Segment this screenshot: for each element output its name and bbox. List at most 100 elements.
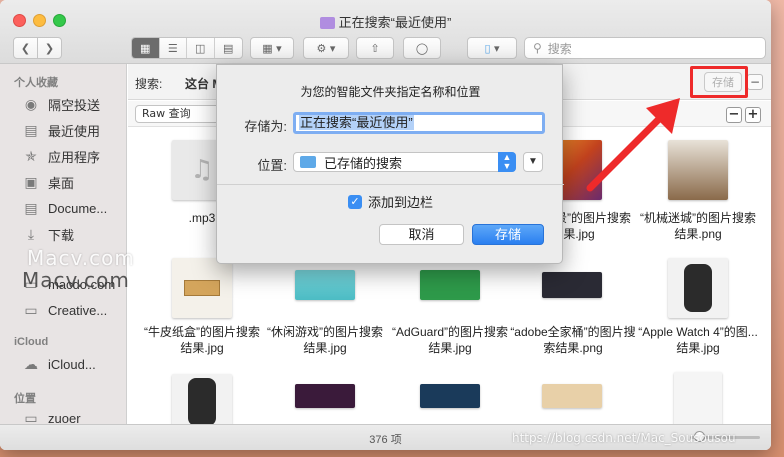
sidebar-item-label: iCloud... xyxy=(48,356,96,372)
list-icon: ☰ xyxy=(167,41,178,55)
recents-icon: ▤ xyxy=(24,121,38,138)
gear-icon: ⚙ ▾ xyxy=(316,41,336,55)
sidebar-item-label: 桌面 xyxy=(48,175,75,191)
chevron-right-icon: ❯ xyxy=(44,41,55,55)
documents-icon: ▤ xyxy=(24,199,38,216)
search-input[interactable]: ⚲ 搜索 xyxy=(524,37,766,59)
scope-label: 搜索: xyxy=(135,77,163,91)
window-title-text: 正在搜索“最近使用” xyxy=(338,15,452,30)
search-placeholder: 搜索 xyxy=(547,41,572,56)
group-grid-icon: ▦ ▾ xyxy=(262,41,282,55)
name-field[interactable]: 正在搜索“最近使用” xyxy=(293,112,545,134)
file-caption[interactable]: “adobe全家桶”的图片搜索结果.png xyxy=(510,324,636,356)
applications-icon: ✯ xyxy=(25,147,37,164)
gallery-icon: ▤ xyxy=(223,41,234,55)
sidebar-item-label: Docume... xyxy=(48,200,108,216)
back-button[interactable]: ❮ xyxy=(13,37,38,59)
grid-icon: ▦ xyxy=(140,41,151,55)
sidebar-item-downloads[interactable]: ⤓ 下载 xyxy=(22,224,74,244)
action-button[interactable]: ⚙ ▾ xyxy=(303,37,349,59)
share-button[interactable]: ⇧ xyxy=(356,37,394,59)
add-to-sidebar-row[interactable]: ✓ 添加到边栏 xyxy=(348,192,433,211)
favorites-header: 个人收藏 xyxy=(14,77,58,89)
cloud-icon: ☁ xyxy=(24,355,38,372)
watermark-url: https://blog.csdn.net/Mac_Sousousou xyxy=(512,431,736,445)
sidebar-item-airdrop[interactable]: ◉ 隔空投送 xyxy=(22,94,100,114)
folder-icon: ▭ xyxy=(24,301,38,318)
watch-graphic xyxy=(684,264,712,312)
file-thumbnail[interactable] xyxy=(172,374,232,424)
sidebar-item-label: 最近使用 xyxy=(48,123,101,139)
updown-arrows-icon: ▲ ▼ xyxy=(498,152,516,172)
folder-icon: ▯ xyxy=(484,41,491,55)
add-to-sidebar-checkbox[interactable]: ✓ xyxy=(348,194,362,209)
window-title: 正在搜索“最近使用” xyxy=(0,12,771,31)
watch-graphic xyxy=(188,378,216,424)
cancel-button[interactable]: 取消 xyxy=(379,224,464,245)
finder-window: 正在搜索“最近使用” ❮ ❯ ▦ ☰ ◫ ▤ ▦ ▾ ⚙ ▾ ⇧ ◯ ▯ ▾ ⚲… xyxy=(0,0,771,450)
add-to-sidebar-label: 添加到边栏 xyxy=(368,195,434,210)
tag-button[interactable]: ◯ xyxy=(403,37,441,59)
annotation-highlight-box xyxy=(690,66,748,98)
desktop-icon: ▣ xyxy=(24,173,38,190)
airdrop-icon: ◉ xyxy=(24,95,38,112)
icon-view-button[interactable]: ▦ xyxy=(132,38,160,58)
downloads-icon: ⤓ xyxy=(27,225,35,242)
sidebar-item-applications[interactable]: ✯ 应用程序 xyxy=(22,146,100,166)
watermark-text: Macv.com xyxy=(27,246,135,270)
file-caption[interactable]: “牛皮纸盒”的图片搜索结果.jpg xyxy=(139,324,265,356)
location-label: 位置: xyxy=(257,158,287,173)
new-folder-button[interactable]: ▯ ▾ xyxy=(467,37,517,59)
dialog-title: 为您的智能文件夹指定名称和位置 xyxy=(300,85,481,99)
file-caption[interactable]: “休闲游戏”的图片搜索结果.jpg xyxy=(262,324,388,356)
remove-criteria-button[interactable]: − xyxy=(726,107,742,123)
view-mode-segmented: ▦ ☰ ◫ ▤ xyxy=(131,37,243,59)
toolbar: 正在搜索“最近使用” ❮ ❯ ▦ ☰ ◫ ▤ ▦ ▾ ⚙ ▾ ⇧ ◯ ▯ ▾ ⚲… xyxy=(0,0,771,64)
box-graphic xyxy=(184,280,220,296)
forward-button[interactable]: ❯ xyxy=(37,37,62,59)
file-thumbnail[interactable] xyxy=(172,258,232,318)
file-thumbnail[interactable] xyxy=(420,270,480,300)
name-label: 存储为: xyxy=(244,119,287,134)
sidebar-item-desktop[interactable]: ▣ 桌面 xyxy=(22,172,74,192)
list-view-button[interactable]: ☰ xyxy=(160,38,187,58)
sidebar-item-label: 应用程序 xyxy=(48,149,101,165)
name-field-value: 正在搜索“最近使用” xyxy=(299,115,414,130)
folder-icon xyxy=(300,156,316,168)
file-thumbnail[interactable] xyxy=(420,384,480,408)
column-view-button[interactable]: ◫ xyxy=(187,38,215,58)
file-thumbnail[interactable] xyxy=(295,384,355,408)
sidebar-item-label: 隔空投送 xyxy=(48,97,101,113)
tag-icon: ◯ xyxy=(415,41,429,55)
sidebar-item-label: Creative... xyxy=(48,302,108,318)
location-select[interactable]: 已存储的搜索 ▲ ▼ xyxy=(293,152,516,172)
search-icon: ⚲ xyxy=(533,41,542,55)
sidebar-item-recents[interactable]: ▤ 最近使用 xyxy=(22,120,100,140)
annotation-arrow xyxy=(586,98,680,192)
sidebar-item-label: 下载 xyxy=(48,227,75,243)
file-thumbnail[interactable] xyxy=(295,270,355,300)
sidebar-item-icloud[interactable]: ☁ iCloud... xyxy=(22,354,96,374)
watermark-text: Macv.com xyxy=(22,268,130,292)
columns-icon: ◫ xyxy=(195,41,206,55)
add-criteria-button[interactable]: + xyxy=(745,107,761,123)
location-value: 已存储的搜索 xyxy=(324,155,403,171)
save-button[interactable]: 存储 xyxy=(472,224,544,245)
sidebar-item-documents[interactable]: ▤ Docume... xyxy=(22,198,107,218)
remove-search-button[interactable]: − xyxy=(747,74,763,90)
dialog-divider xyxy=(217,184,564,185)
chevron-left-icon: ❮ xyxy=(20,41,31,55)
expand-browser-button[interactable]: ▼ xyxy=(523,152,543,172)
file-thumbnail[interactable] xyxy=(668,258,728,318)
icloud-header: iCloud xyxy=(14,336,49,348)
file-caption[interactable]: “Apple Watch 4”的图...结果.jpg xyxy=(635,324,761,356)
gallery-view-button[interactable]: ▤ xyxy=(215,38,242,58)
file-caption[interactable]: “AdGuard”的图片搜索结果.jpg xyxy=(387,324,513,356)
sidebar-item-creative[interactable]: ▭ Creative... xyxy=(22,300,107,320)
document-icon[interactable] xyxy=(674,372,722,424)
chevron-down-icon: ▼ xyxy=(528,156,538,167)
file-caption[interactable]: “机械迷城”的图片搜索结果.png xyxy=(635,210,761,242)
file-thumbnail[interactable] xyxy=(542,272,602,298)
group-button[interactable]: ▦ ▾ xyxy=(250,37,294,59)
file-thumbnail[interactable] xyxy=(542,384,602,408)
